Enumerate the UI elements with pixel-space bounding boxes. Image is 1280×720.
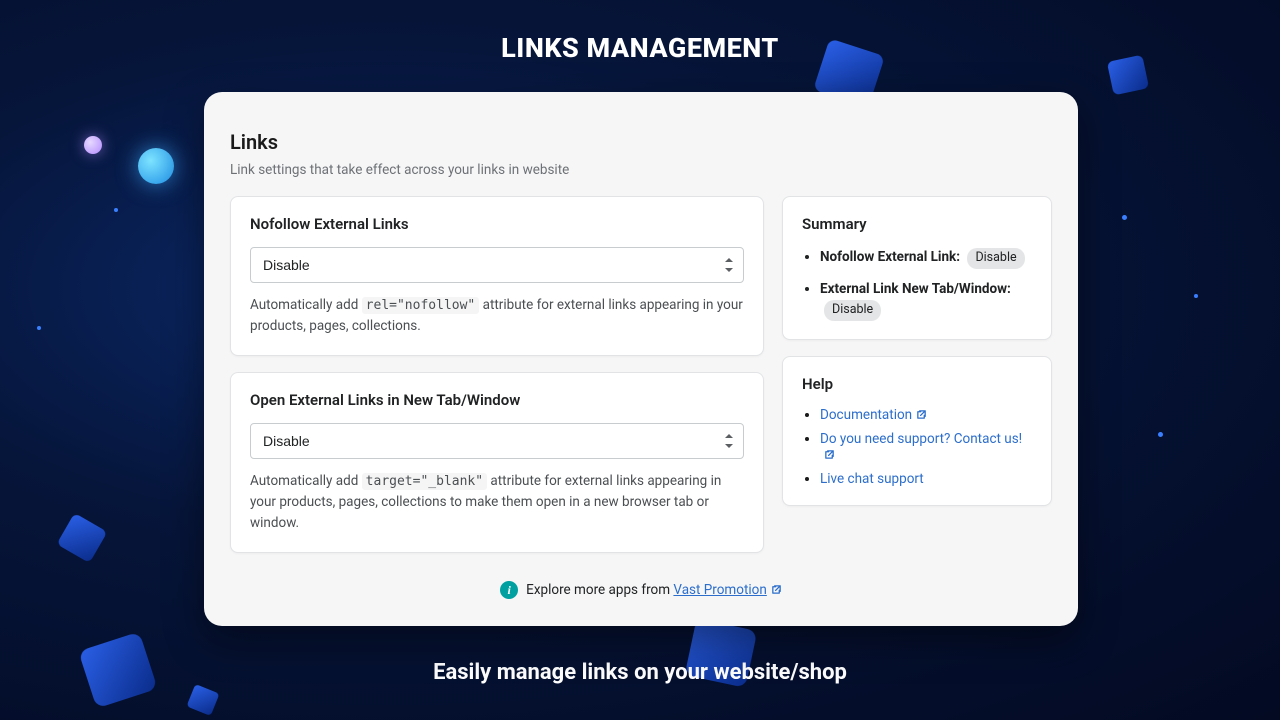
settings-panel: Links Link settings that take effect acr… xyxy=(204,92,1078,626)
code-snippet: target="_blank" xyxy=(362,473,487,490)
help-card: Help Documentation Do you need support? … xyxy=(782,356,1052,506)
info-icon: i xyxy=(500,581,518,599)
newtab-select[interactable]: Disable xyxy=(250,423,744,459)
panel-description: Link settings that take effect across yo… xyxy=(230,162,1052,178)
decor-cube-icon xyxy=(186,684,219,716)
footer: i Explore more apps from Vast Promotion xyxy=(230,581,1052,599)
help-title: Help xyxy=(802,375,1032,393)
nofollow-title: Nofollow External Links xyxy=(250,215,744,233)
decor-planet-icon xyxy=(138,148,174,184)
help-link-livechat[interactable]: Live chat support xyxy=(820,471,924,487)
summary-card: Summary Nofollow External Link: Disable … xyxy=(782,196,1052,340)
summary-title: Summary xyxy=(802,215,1032,233)
decor-planet-icon xyxy=(84,136,102,154)
decor-star-icon xyxy=(1122,215,1127,220)
summary-item: Nofollow External Link: Disable xyxy=(820,247,1032,269)
nofollow-select[interactable]: Disable xyxy=(250,247,744,283)
nofollow-card: Nofollow External Links Disable Automati… xyxy=(230,196,764,356)
nofollow-help: Automatically add rel="nofollow" attribu… xyxy=(250,295,744,337)
summary-item: External Link New Tab/Window: Disable xyxy=(820,279,1032,321)
status-badge: Disable xyxy=(967,248,1024,269)
footer-text: Explore more apps from xyxy=(526,582,673,598)
external-link-icon xyxy=(916,408,927,424)
external-link-icon xyxy=(771,583,782,599)
help-item: Live chat support xyxy=(820,471,1032,487)
help-item: Documentation xyxy=(820,407,1032,424)
newtab-card: Open External Links in New Tab/Window Di… xyxy=(230,372,764,553)
footer-link[interactable]: Vast Promotion xyxy=(673,582,781,598)
newtab-title: Open External Links in New Tab/Window xyxy=(250,391,744,409)
newtab-help: Automatically add target="_blank" attrib… xyxy=(250,471,744,534)
help-link-documentation[interactable]: Documentation xyxy=(820,407,927,423)
decor-star-icon xyxy=(1158,432,1163,437)
decor-star-icon xyxy=(1194,294,1198,298)
help-item: Do you need support? Contact us! xyxy=(820,431,1032,464)
decor-star-icon xyxy=(114,208,118,212)
hero-subtitle: Easily manage links on your website/shop xyxy=(0,660,1280,685)
decor-star-icon xyxy=(37,326,41,330)
panel-title: Links xyxy=(230,130,1052,154)
status-badge: Disable xyxy=(824,300,881,321)
code-snippet: rel="nofollow" xyxy=(362,297,480,314)
hero-title: LINKS MANAGEMENT xyxy=(0,32,1280,64)
help-link-support[interactable]: Do you need support? Contact us! xyxy=(820,431,1022,463)
decor-cube-icon xyxy=(57,513,108,563)
external-link-icon xyxy=(824,448,835,464)
